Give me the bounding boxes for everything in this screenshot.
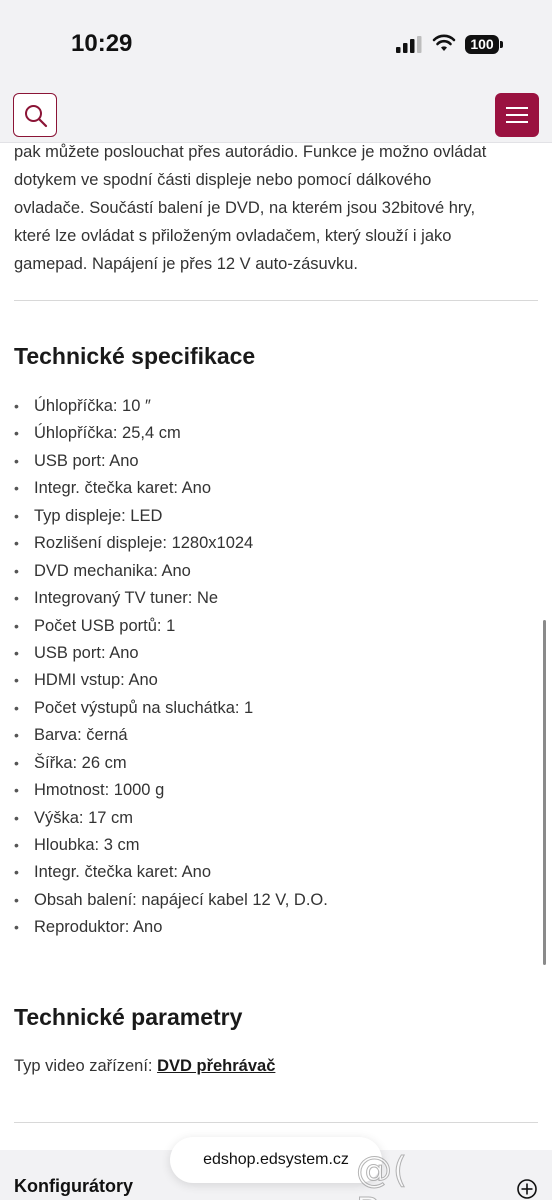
bullet: • (14, 535, 19, 552)
scrollbar[interactable] (543, 620, 546, 965)
spec-text: Hmotnost: 1000 g (34, 781, 165, 800)
menu-button[interactable] (495, 93, 539, 137)
battery-level: 100 (465, 35, 499, 54)
spec-item: • Šířka: 26 cm (14, 750, 538, 777)
tech-specs-title: Technické specifikace (14, 343, 256, 369)
spec-item: • Rozlišení displeje: 1280x1024 (14, 530, 538, 557)
bullet: • (14, 644, 19, 661)
spec-text: Integr. čtečka karet: Ano (34, 479, 212, 498)
spec-text: Počet USB portů: 1 (34, 616, 176, 635)
tech-specs-list: • Úhlopříčka: 10 ″ • Úhlopříčka: 25,4 cm •… (14, 393, 538, 942)
product-description: pak můžete poslouchat přes autorádio. Fu… (14, 138, 538, 278)
search-icon (25, 105, 48, 128)
spec-item: • Úhlopříčka: 25,4 cm (14, 420, 538, 447)
bullet: • (14, 809, 19, 826)
spec-item: • Barva: černá (14, 722, 538, 749)
spec-item: • Výška: 17 cm (14, 805, 538, 832)
configurators-heading[interactable]: Konfigurátory (14, 1176, 133, 1197)
bullet: • (14, 891, 19, 908)
bullet: • (14, 507, 19, 524)
spec-text: Hloubka: 3 cm (34, 836, 140, 854)
spec-item: • Integrovaný TV tuner: Ne (14, 585, 538, 612)
spec-text: Reproduktor: Ano (34, 918, 163, 937)
bullet: • (14, 837, 19, 853)
spec-text: Výška: 17 cm (34, 808, 134, 827)
bullet: • (14, 919, 19, 936)
bullet: • (14, 672, 19, 689)
spec-text: DVD mechanika: Ano (34, 561, 191, 580)
bullet: • (14, 398, 19, 414)
description-line: pak můžete poslouchat přes autorádio. Fu… (14, 143, 487, 161)
section-divider (14, 1122, 538, 1123)
spec-text: Typ displeje: LED (34, 506, 163, 525)
watermark: @( Bazos.cz (356, 1150, 521, 1200)
battery-indicator: 100 (465, 35, 503, 54)
bullet: • (14, 754, 19, 771)
spec-text: Barva: černá (34, 726, 128, 745)
hamburger-menu-icon (506, 107, 528, 123)
cellular-signal-icon (396, 36, 422, 53)
wifi-icon (432, 34, 456, 51)
param-value-link[interactable]: DVD přehrávač (157, 1057, 275, 1075)
bullet: • (14, 452, 19, 469)
site-header (0, 88, 552, 143)
spec-text: USB port: Ano (34, 643, 139, 662)
bullet: • (14, 617, 19, 634)
tech-params-title: Technické parametry (14, 1004, 243, 1030)
spec-text: Úhlopříčka: 25,4 cm (34, 424, 181, 443)
status-bar: 10:29 100 (0, 0, 552, 88)
spec-item: • Obsah balení: napájecí kabel 12 V, D.O. (14, 887, 538, 914)
bullet: • (14, 425, 19, 442)
bullet: • (14, 864, 19, 881)
bullet: • (14, 480, 19, 497)
spec-item: • HDMI vstup: Ano (14, 667, 538, 694)
spec-text: Rozlišení displeje: 1280x1024 (34, 534, 254, 553)
spec-item: • Počet USB portů: 1 (14, 613, 538, 640)
spec-item: • USB port: Ano (14, 640, 538, 667)
spec-text: Šířka: 26 cm (34, 753, 127, 772)
spec-text: HDMI vstup: Ano (34, 671, 158, 690)
spec-item: • Hloubka: 3 cm (14, 832, 538, 859)
description-line: které lze ovládat s přiloženým ovladačem… (14, 227, 452, 245)
spec-text: USB port: Ano (34, 451, 139, 470)
status-time: 10:29 (71, 30, 133, 57)
search-button[interactable] (13, 93, 57, 137)
spec-item: • Hmotnost: 1000 g (14, 777, 538, 804)
bullet: • (14, 562, 19, 579)
spec-item: • Reproduktor: Ano (14, 914, 538, 941)
description-line: gamepad. Napájení je přes 12 V auto-zásu… (14, 255, 358, 273)
description-line: ovladače. Součástí balení je DVD, na kte… (14, 199, 476, 217)
bullet: • (14, 782, 19, 799)
spec-item: • DVD mechanika: Ano (14, 558, 538, 585)
spec-item: • Počet výstupů na sluchátka: 1 (14, 695, 538, 722)
spec-text: Integrovaný TV tuner: Ne (34, 589, 219, 608)
spec-text: Integr. čtečka karet: Ano (34, 863, 212, 882)
spec-item: • Typ displeje: LED (14, 503, 538, 530)
spec-text: Úhlopříčka: 10 ″ (34, 397, 151, 415)
battery-tip (500, 41, 503, 48)
spec-text: Počet výstupů na sluchátka: 1 (34, 698, 254, 717)
spec-item: • Úhlopříčka: 10 ″ (14, 393, 538, 420)
spec-item: • USB port: Ano (14, 448, 538, 475)
section-divider (14, 300, 538, 301)
bullet: • (14, 699, 19, 716)
spec-text: Obsah balení: napájecí kabel 12 V, D.O. (34, 890, 328, 909)
param-row: Typ video zařízení: DVD přehrávač (14, 1057, 275, 1076)
bullet: • (14, 727, 19, 744)
spec-item: • Integr. čtečka karet: Ano (14, 859, 538, 886)
browser-url-bar[interactable]: edshop.edsystem.cz (170, 1137, 382, 1183)
param-label: Typ video zařízení: (14, 1057, 158, 1075)
description-line: dotykem ve spodní části displeje nebo po… (14, 171, 432, 189)
spec-item: • Integr. čtečka karet: Ano (14, 475, 538, 502)
bullet: • (14, 590, 19, 607)
